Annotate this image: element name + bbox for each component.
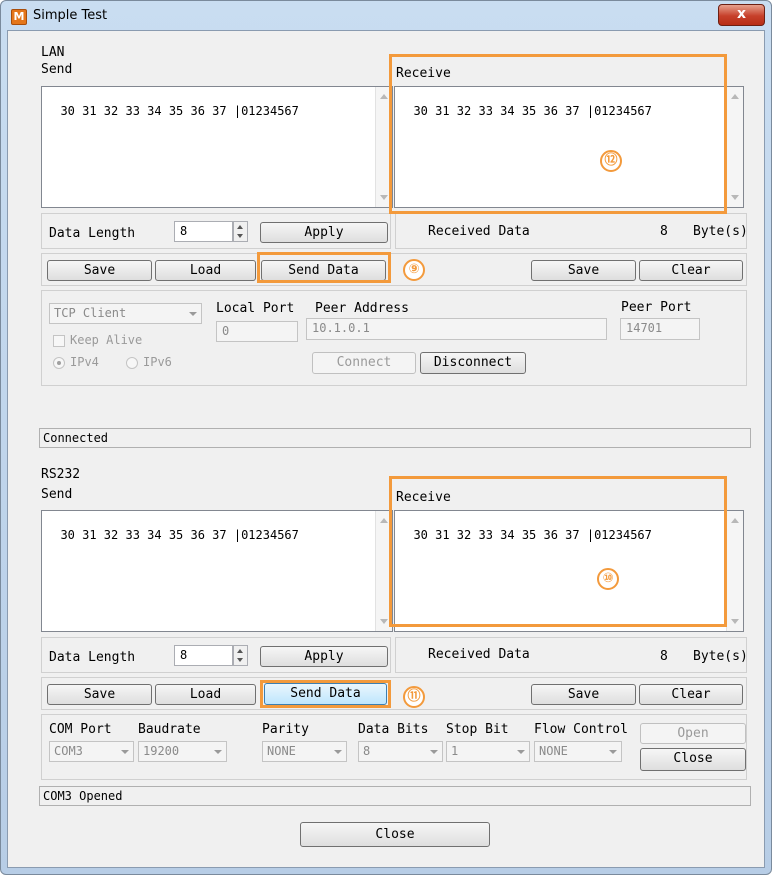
peer-address-label: Peer Address	[315, 301, 409, 316]
flow-control-combo[interactable]: NONE	[534, 741, 622, 762]
lan-send-label: Send	[41, 62, 73, 77]
window-title: Simple Test	[33, 8, 108, 23]
peer-port-label: Peer Port	[621, 300, 692, 315]
local-port-label: Local Port	[216, 301, 295, 316]
peer-address-input[interactable]: 10.1.0.1	[306, 318, 607, 340]
lan-receive-scrollbar[interactable]	[726, 87, 743, 207]
lan-send-textarea[interactable]: 30 31 32 33 34 35 36 37 |01234567	[41, 86, 393, 208]
keep-alive-label: Keep Alive	[70, 333, 143, 347]
lan-receive-save-button[interactable]: Save	[531, 260, 636, 281]
parity-label: Parity	[262, 722, 309, 737]
title-bar[interactable]: M Simple Test x	[1, 1, 773, 31]
lan-data-length-spinner[interactable]	[233, 221, 248, 242]
baudrate-value: 19200	[143, 744, 180, 758]
rs232-received-data-label: Received Data	[428, 647, 530, 662]
lan-status-text: Connected	[43, 431, 109, 445]
parity-value: NONE	[267, 744, 296, 758]
rs232-clear-button[interactable]: Clear	[639, 684, 743, 705]
rs232-bytes-label: Byte(s)	[693, 649, 748, 664]
lan-data-length-input[interactable]: 8	[174, 221, 233, 242]
callout-11-highlight	[260, 680, 391, 708]
lan-data-length-label: Data Length	[49, 226, 136, 241]
ipv4-radio[interactable]	[53, 357, 65, 369]
lan-load-button[interactable]: Load	[155, 260, 256, 281]
close-dialog-button[interactable]: Close	[300, 822, 490, 847]
lan-apply-button[interactable]: Apply	[260, 222, 388, 243]
ipv6-label: IPv6	[143, 355, 172, 369]
callout-12-highlight	[389, 54, 727, 214]
parity-combo[interactable]: NONE	[262, 741, 347, 762]
lan-received-data-label: Received Data	[428, 224, 530, 239]
baudrate-combo[interactable]: 19200	[138, 741, 227, 762]
com-port-value: COM3	[54, 744, 83, 758]
lan-received-count: 8	[660, 224, 668, 239]
rs232-load-button[interactable]: Load	[155, 684, 256, 705]
com-port-combo[interactable]: COM3	[49, 741, 134, 762]
lan-send-text: 30 31 32 33 34 35 36 37 |01234567	[60, 104, 299, 118]
rs232-status-bar: COM3 Opened	[39, 786, 751, 806]
rs232-send-save-button[interactable]: Save	[47, 684, 152, 705]
rs232-data-length-label: Data Length	[49, 650, 136, 665]
lan-clear-button[interactable]: Clear	[639, 260, 743, 281]
flow-control-value: NONE	[539, 744, 568, 758]
rs232-receive-save-button[interactable]: Save	[531, 684, 636, 705]
rs232-group-label: RS232	[41, 467, 81, 482]
com-port-label: COM Port	[49, 722, 112, 737]
data-bits-value: 8	[363, 744, 371, 758]
stop-bit-label: Stop Bit	[446, 722, 509, 737]
close-port-button[interactable]: Close	[640, 748, 746, 771]
stop-bit-value: 1	[451, 744, 459, 758]
data-bits-combo[interactable]: 8	[358, 741, 443, 762]
lan-group-label: LAN	[41, 45, 65, 60]
lan-status-bar: Connected	[39, 428, 751, 448]
rs232-status-text: COM3 Opened	[43, 789, 123, 803]
open-port-button[interactable]: Open	[640, 723, 746, 744]
lan-bytes-label: Byte(s)	[693, 224, 748, 239]
callout-10-badge: ⑩	[597, 568, 619, 590]
callout-11-badge: ⑪	[403, 686, 425, 708]
data-bits-label: Data Bits	[358, 722, 429, 737]
app-icon: M	[11, 9, 27, 25]
callout-9-badge: ⑨	[403, 259, 425, 281]
rs232-data-length-input[interactable]: 8	[174, 645, 233, 666]
callout-10-highlight	[389, 476, 727, 627]
flow-control-label: Flow Control	[534, 722, 628, 737]
connect-button[interactable]: Connect	[312, 352, 416, 374]
keep-alive-checkbox[interactable]	[53, 335, 65, 347]
window-close-button[interactable]: x	[718, 4, 765, 26]
disconnect-button[interactable]: Disconnect	[420, 352, 526, 374]
ipv6-radio[interactable]	[126, 357, 138, 369]
stop-bit-combo[interactable]: 1	[446, 741, 530, 762]
rs232-received-count: 8	[660, 649, 668, 664]
lan-send-save-button[interactable]: Save	[47, 260, 152, 281]
callout-9-highlight	[257, 252, 391, 283]
rs232-send-text: 30 31 32 33 34 35 36 37 |01234567	[60, 528, 299, 542]
rs232-apply-button[interactable]: Apply	[260, 646, 388, 667]
callout-12-badge: ⑫	[600, 150, 622, 172]
lan-mode-combo[interactable]: TCP Client	[49, 303, 202, 324]
rs232-data-length-spinner[interactable]	[233, 645, 248, 666]
rs232-receive-scrollbar[interactable]	[726, 511, 743, 631]
peer-port-input[interactable]: 14701	[620, 318, 700, 340]
ipv4-label: IPv4	[70, 355, 99, 369]
baudrate-label: Baudrate	[138, 722, 201, 737]
lan-mode-value: TCP Client	[54, 306, 127, 320]
rs232-send-label: Send	[41, 487, 73, 502]
local-port-input[interactable]: 0	[216, 321, 298, 342]
rs232-send-textarea[interactable]: 30 31 32 33 34 35 36 37 |01234567	[41, 510, 393, 632]
